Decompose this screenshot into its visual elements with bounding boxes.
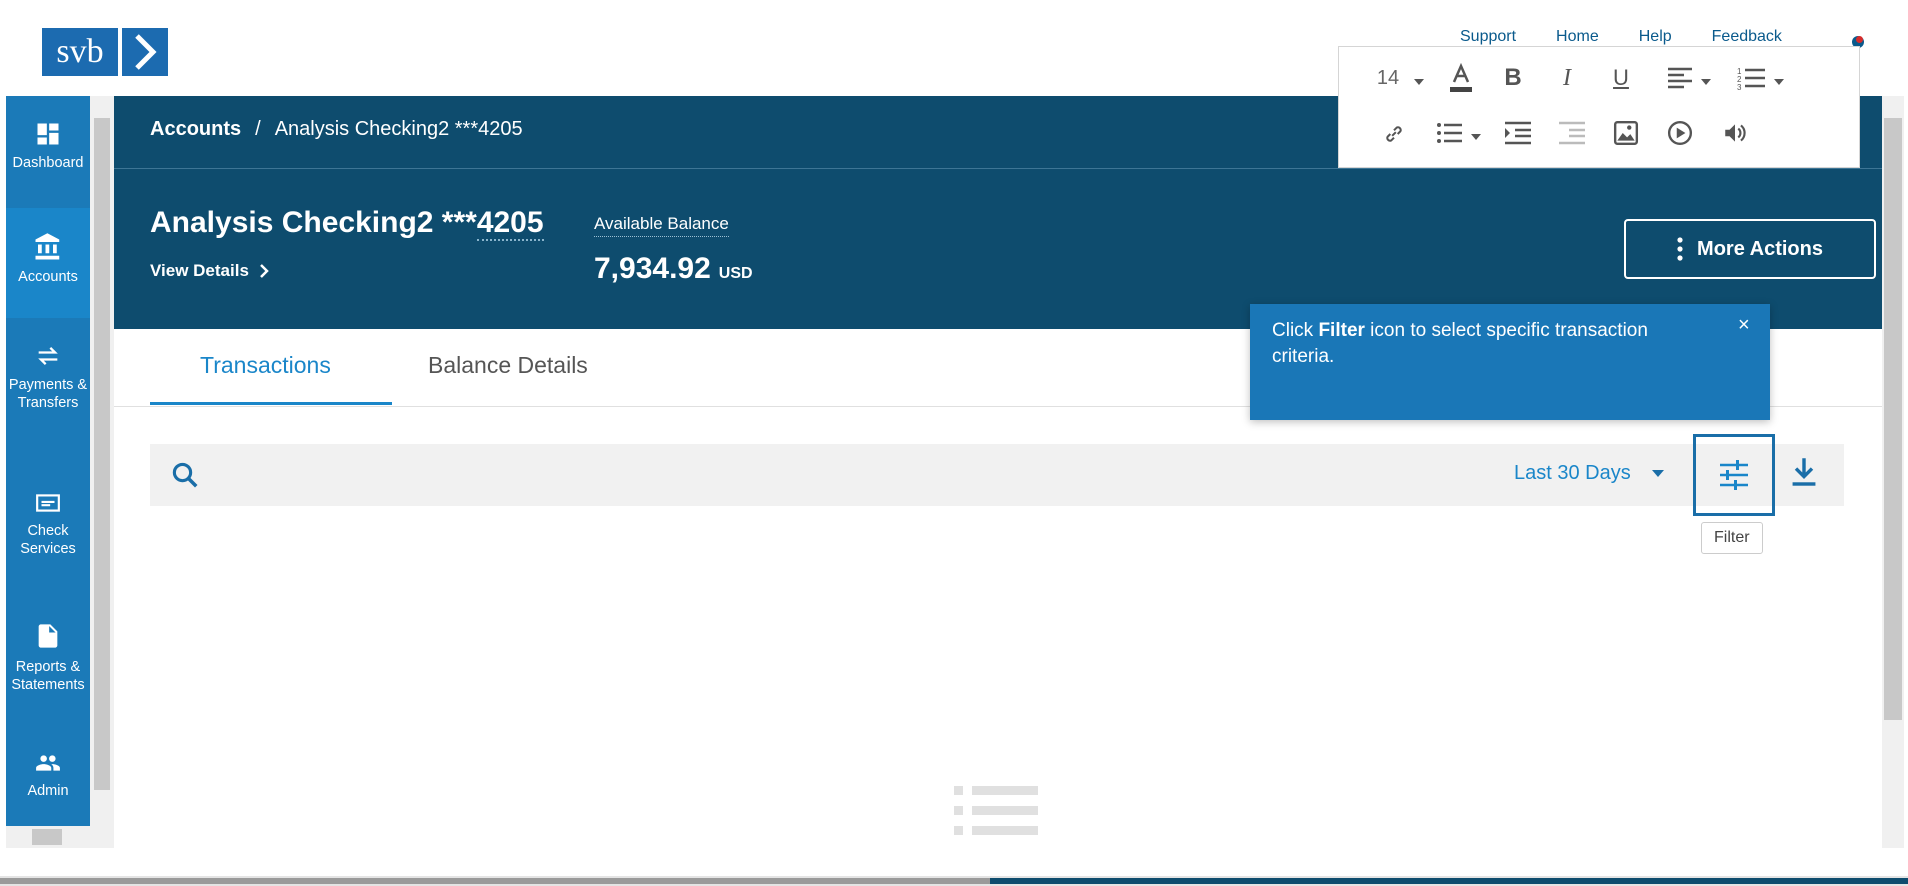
filter-button[interactable] (1693, 434, 1775, 516)
font-size-select[interactable]: 14 (1371, 63, 1431, 93)
sidebar-item-dashboard[interactable]: Dashboard (6, 120, 90, 172)
bank-icon (35, 233, 60, 260)
balance-value: 7,934.92 (594, 252, 711, 285)
account-title-prefix: Analysis Checking2 *** (150, 206, 477, 239)
logo-text: svb (42, 28, 118, 76)
outdent-icon[interactable] (1555, 117, 1589, 149)
caret-down-icon (1651, 470, 1664, 477)
sidebar-label: Payments & Transfers (8, 377, 88, 411)
sidebar-label: Admin (27, 783, 69, 799)
check-icon (36, 494, 60, 512)
sidebar-item-admin[interactable]: Admin (6, 750, 90, 800)
sidebar-item-payments[interactable]: Payments & Transfers (6, 342, 90, 412)
filter-sliders-icon (1720, 460, 1748, 490)
document-icon (38, 624, 58, 648)
view-details-link[interactable]: View Details (150, 261, 269, 281)
filter-tooltip: Filter (1701, 522, 1763, 554)
italic-icon[interactable]: I (1551, 63, 1583, 93)
account-title: Analysis Checking2 ***4205 (150, 206, 544, 241)
caret-down-icon (1471, 134, 1481, 140)
more-actions-label: More Actions (1697, 237, 1823, 260)
notification-dot-icon (1856, 36, 1863, 43)
dashboard-icon (37, 123, 59, 145)
breadcrumb: Accounts / Analysis Checking2 ***4205 (150, 118, 523, 141)
sidebar-label: Check Services (20, 523, 76, 557)
filter-help-callout: Click Filter icon to select specific tra… (1250, 304, 1770, 420)
transfer-icon (38, 347, 58, 365)
period-value: Last 30 Days (1514, 462, 1631, 484)
numbered-list-icon: 123 (1737, 67, 1765, 90)
audio-icon[interactable] (1719, 117, 1751, 149)
page-load-progress (0, 876, 1908, 886)
breadcrumb-current: Analysis Checking2 ***4205 (274, 118, 523, 140)
sidebar-item-accounts[interactable]: Accounts (6, 208, 90, 318)
bullet-list-select[interactable] (1429, 117, 1489, 149)
align-left-icon (1668, 67, 1692, 89)
tab-balance-details[interactable]: Balance Details (428, 352, 588, 379)
search-icon[interactable] (170, 460, 200, 495)
caret-down-icon (1774, 79, 1784, 85)
sidebar-item-check-services[interactable]: Check Services (6, 490, 90, 558)
period-select[interactable]: Last 30 Days (1514, 462, 1665, 485)
sidebar-label: Dashboard (12, 155, 84, 171)
page-scrollbar[interactable] (1882, 96, 1904, 848)
callout-text-bold: Filter (1318, 320, 1365, 341)
sidebar-label: Accounts (18, 269, 78, 285)
empty-list-icon (954, 784, 1040, 843)
align-select[interactable] (1659, 63, 1719, 93)
close-icon[interactable]: × (1738, 314, 1750, 337)
sidebar-item-reports[interactable]: Reports & Statements (6, 620, 90, 694)
chevron-right-icon (260, 264, 269, 278)
breadcrumb-accounts[interactable]: Accounts (150, 118, 241, 141)
callout-text: Click Filter icon to select specific tra… (1272, 318, 1712, 370)
font-size-value: 14 (1376, 66, 1400, 89)
caret-down-icon (1701, 79, 1711, 85)
caret-down-icon (1414, 79, 1425, 85)
sidebar: Dashboard Accounts Payments & Transfers … (6, 96, 90, 848)
underline-icon[interactable]: U (1605, 63, 1637, 93)
more-vertical-icon (1677, 237, 1683, 261)
video-play-icon[interactable] (1665, 117, 1695, 149)
account-number: 4205 (476, 206, 544, 241)
balance-currency: USD (718, 265, 753, 282)
image-icon[interactable] (1611, 117, 1641, 149)
editor-toolbar: 14 B I U 123 (1338, 46, 1860, 168)
tab-transactions[interactable]: Transactions (200, 352, 331, 379)
indent-icon[interactable] (1501, 117, 1535, 149)
link-icon[interactable] (1379, 119, 1409, 149)
chevron-right-icon (122, 28, 168, 76)
numbered-list-select[interactable]: 123 (1731, 63, 1791, 93)
header-divider (114, 168, 1882, 169)
sidebar-scrollbar[interactable] (90, 96, 114, 848)
sidebar-horizontal-scrollbar[interactable] (6, 826, 114, 848)
breadcrumb-separator: / (255, 118, 261, 140)
font-color-icon[interactable] (1445, 61, 1477, 95)
callout-text-1: Click (1272, 320, 1319, 341)
people-icon (36, 755, 60, 771)
sidebar-label: Reports & Statements (11, 659, 85, 693)
svg-text:3: 3 (1737, 83, 1742, 90)
bold-icon[interactable]: B (1497, 63, 1529, 93)
available-balance-label: Available Balance (594, 214, 729, 237)
svb-logo[interactable]: svb (42, 28, 168, 76)
active-tab-indicator (150, 402, 392, 405)
bullet-list-icon (1437, 123, 1462, 143)
available-balance: 7,934.92 USD (594, 252, 753, 286)
more-actions-button[interactable]: More Actions (1624, 219, 1876, 279)
download-icon[interactable] (1790, 456, 1818, 493)
view-details-label: View Details (150, 261, 249, 280)
